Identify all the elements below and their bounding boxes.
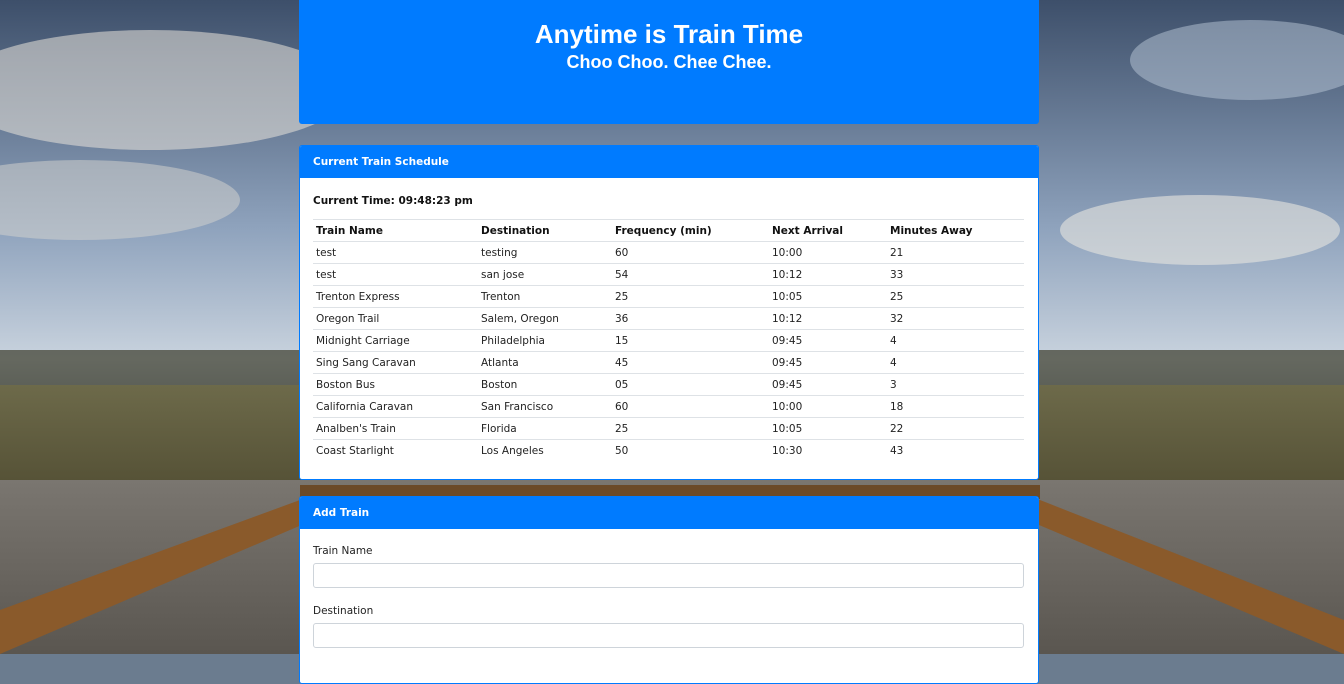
header-banner: Anytime is Train Time Choo Choo. Chee Ch… [299, 0, 1039, 124]
page-title: Anytime is Train Time [534, 19, 804, 49]
cell-frequency: 25 [612, 417, 769, 440]
page-subtitle: Choo Choo. Chee Chee. [566, 52, 772, 72]
schedule-card: Current Train Schedule Current Time: 09:… [299, 145, 1039, 480]
cell-minutes-away: 22 [887, 417, 1024, 440]
cell-frequency: 50 [612, 439, 769, 461]
cell-train-name: Boston Bus [313, 373, 478, 396]
cell-next-arrival: 10:30 [769, 439, 887, 461]
main-container: Anytime is Train Time Choo Choo. Chee Ch… [299, 0, 1039, 684]
column-header-destination: Destination [478, 219, 612, 242]
cell-train-name: test [313, 263, 478, 286]
train-name-input[interactable] [313, 563, 1024, 588]
cell-next-arrival: 10:05 [769, 285, 887, 308]
table-row: test testing 60 10:00 21 [313, 241, 1024, 264]
cell-frequency: 45 [612, 351, 769, 374]
cell-destination: Philadelphia [478, 329, 612, 352]
cell-frequency: 15 [612, 329, 769, 352]
cell-destination: Atlanta [478, 351, 612, 374]
cell-minutes-away: 3 [887, 373, 1024, 396]
column-header-next-arrival: Next Arrival [769, 219, 887, 242]
column-header-minutes-away: Minutes Away [887, 219, 1024, 242]
destination-input[interactable] [313, 623, 1024, 648]
cell-frequency: 60 [612, 395, 769, 418]
cell-next-arrival: 10:00 [769, 241, 887, 264]
cell-frequency: 54 [612, 263, 769, 286]
table-row: California Caravan San Francisco 60 10:00 18 [313, 395, 1024, 418]
column-header-frequency: Frequency (min) [612, 219, 769, 242]
destination-label: Destination [313, 605, 374, 617]
cell-next-arrival: 09:45 [769, 351, 887, 374]
cell-next-arrival: 10:00 [769, 395, 887, 418]
add-train-card-header: Add Train [300, 497, 1038, 529]
cell-destination: testing [478, 241, 612, 264]
cell-next-arrival: 09:45 [769, 373, 887, 396]
table-row: test san jose 54 10:12 33 [313, 263, 1024, 286]
cell-minutes-away: 4 [887, 329, 1024, 352]
table-row: Boston Bus Boston 05 09:45 3 [313, 373, 1024, 396]
add-train-card: Add Train Train Name Destination [299, 496, 1039, 684]
cell-next-arrival: 10:05 [769, 417, 887, 440]
cell-train-name: test [313, 241, 478, 264]
table-header-row: Train Name Destination Frequency (min) N… [313, 219, 1024, 242]
cell-minutes-away: 33 [887, 263, 1024, 286]
cell-destination: Florida [478, 417, 612, 440]
cell-next-arrival: 09:45 [769, 329, 887, 352]
cell-train-name: Analben's Train [313, 417, 478, 440]
cell-frequency: 36 [612, 307, 769, 330]
add-train-form: Train Name Destination [300, 529, 1038, 683]
cell-destination: Los Angeles [478, 439, 612, 461]
table-row: Midnight Carriage Philadelphia 15 09:45 4 [313, 329, 1024, 352]
schedule-table: Train Name Destination Frequency (min) N… [313, 219, 1024, 461]
table-row: Oregon Trail Salem, Oregon 36 10:12 32 [313, 307, 1024, 330]
cell-train-name: Sing Sang Caravan [313, 351, 478, 374]
table-row: Trenton Express Trenton 25 10:05 25 [313, 285, 1024, 308]
cell-destination: Salem, Oregon [478, 307, 612, 330]
schedule-card-body: Current Time: 09:48:23 pm Train Name Des… [300, 178, 1038, 479]
schedule-table-body: test testing 60 10:00 21 test san jose 54 10:12 3… [313, 241, 1024, 461]
cell-destination: san jose [478, 263, 612, 286]
cell-minutes-away: 18 [887, 395, 1024, 418]
table-row: Coast Starlight Los Angeles 50 10:30 43 [313, 439, 1024, 461]
current-time: Current Time: 09:48:23 pm [313, 195, 473, 207]
table-row: Analben's Train Florida 25 10:05 22 [313, 417, 1024, 440]
cell-next-arrival: 10:12 [769, 307, 887, 330]
cell-frequency: 60 [612, 241, 769, 264]
cell-destination: Trenton [478, 285, 612, 308]
cell-minutes-away: 21 [887, 241, 1024, 264]
train-name-label: Train Name [313, 545, 373, 557]
cell-destination: Boston [478, 373, 612, 396]
cell-train-name: California Caravan [313, 395, 478, 418]
cell-minutes-away: 25 [887, 285, 1024, 308]
cell-train-name: Oregon Trail [313, 307, 478, 330]
cell-frequency: 05 [612, 373, 769, 396]
cell-destination: San Francisco [478, 395, 612, 418]
cell-train-name: Trenton Express [313, 285, 478, 308]
cell-minutes-away: 4 [887, 351, 1024, 374]
cell-next-arrival: 10:12 [769, 263, 887, 286]
cell-train-name: Midnight Carriage [313, 329, 478, 352]
schedule-card-header: Current Train Schedule [300, 146, 1038, 178]
cell-minutes-away: 43 [887, 439, 1024, 461]
cell-minutes-away: 32 [887, 307, 1024, 330]
cell-train-name: Coast Starlight [313, 439, 478, 461]
column-header-train-name: Train Name [313, 219, 478, 242]
cell-frequency: 25 [612, 285, 769, 308]
table-row: Sing Sang Caravan Atlanta 45 09:45 4 [313, 351, 1024, 374]
